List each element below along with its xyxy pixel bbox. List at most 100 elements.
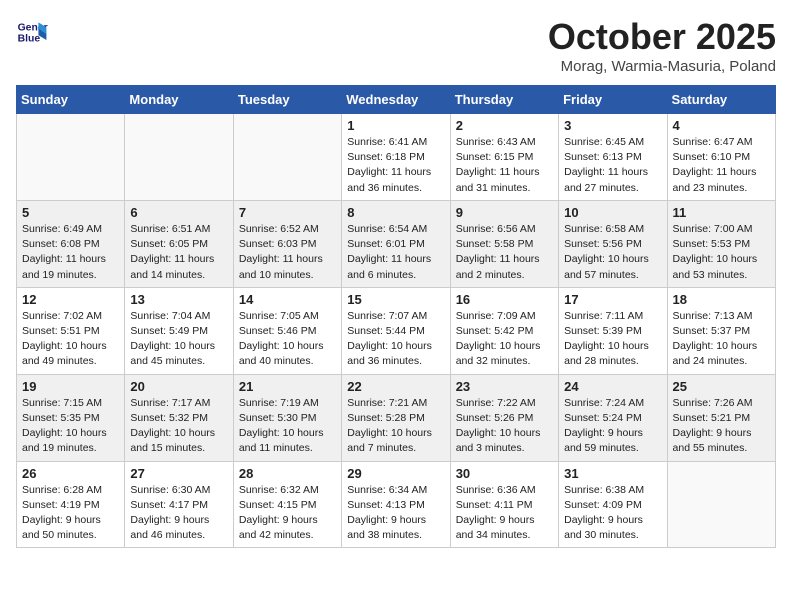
logo-icon: General Blue [16, 16, 48, 48]
weekday-header-tuesday: Tuesday [233, 86, 341, 114]
calendar-cell: 11Sunrise: 7:00 AMSunset: 5:53 PMDayligh… [667, 200, 775, 287]
calendar-cell: 16 Sunrise: 7:09 AMSunset: 5:42 PMDayligh… [450, 287, 558, 374]
weekday-header-sunday: Sunday [17, 86, 125, 114]
calendar-cell: 18Sunrise: 7:13 AMSunset: 5:37 PMDayligh… [667, 287, 775, 374]
calendar-cell [17, 114, 125, 201]
day-number: 19 [22, 379, 119, 394]
weekday-header-thursday: Thursday [450, 86, 558, 114]
calendar-cell: 30Sunrise: 6:36 AMSunset: 4:11 PMDayligh… [450, 461, 558, 548]
day-info: Sunrise: 6:58 AMSunset: 5:56 PMDaylight:… [564, 222, 661, 283]
day-number: 7 [239, 205, 336, 220]
calendar-cell [667, 461, 775, 548]
day-number: 25 [673, 379, 770, 394]
day-number: 31 [564, 466, 661, 481]
month-title: October 2025 [548, 16, 776, 58]
day-info: Sunrise: 6:30 AMSunset: 4:17 PMDaylight:… [130, 483, 227, 544]
day-number: 2 [456, 118, 553, 133]
day-number: 1 [347, 118, 444, 133]
day-info: Sunrise: 7:24 AMSunset: 5:24 PMDaylight:… [564, 396, 661, 457]
day-info: Sunrise: 7:13 AMSunset: 5:37 PMDaylight:… [673, 309, 770, 370]
day-number: 6 [130, 205, 227, 220]
weekday-header-wednesday: Wednesday [342, 86, 450, 114]
day-number: 8 [347, 205, 444, 220]
day-number: 13 [130, 292, 227, 307]
calendar-cell: 26 Sunrise: 6:28 AMSunset: 4:19 PMDayligh… [17, 461, 125, 548]
day-number: 16 [456, 292, 553, 307]
calendar-week-row: 1 Sunrise: 6:41 AMSunset: 6:18 PMDaylight… [17, 114, 776, 201]
calendar-cell: 21 Sunrise: 7:19 AMSunset: 5:30 PMDayligh… [233, 374, 341, 461]
day-number: 23 [456, 379, 553, 394]
day-info: Sunrise: 6:38 AMSunset: 4:09 PMDaylight:… [564, 483, 661, 544]
day-number: 12 [22, 292, 119, 307]
calendar-cell: 27 Sunrise: 6:30 AMSunset: 4:17 PMDayligh… [125, 461, 233, 548]
day-number: 24 [564, 379, 661, 394]
calendar-cell [125, 114, 233, 201]
title-block: October 2025 Morag, Warmia-Masuria, Pola… [548, 16, 776, 75]
day-info: Sunrise: 6:28 AMSunset: 4:19 PMDaylight:… [22, 483, 119, 544]
calendar-cell: 24 Sunrise: 7:24 AMSunset: 5:24 PMDayligh… [559, 374, 667, 461]
day-number: 26 [22, 466, 119, 481]
calendar-cell: 6Sunrise: 6:51 AMSunset: 6:05 PMDaylight… [125, 200, 233, 287]
day-info: Sunrise: 7:19 AMSunset: 5:30 PMDaylight:… [239, 396, 336, 457]
day-info: Sunrise: 7:02 AMSunset: 5:51 PMDaylight:… [22, 309, 119, 370]
day-number: 10 [564, 205, 661, 220]
day-number: 17 [564, 292, 661, 307]
day-info: Sunrise: 6:52 AMSunset: 6:03 PMDaylight:… [239, 222, 336, 283]
calendar-cell: 12 Sunrise: 7:02 AMSunset: 5:51 PMDayligh… [17, 287, 125, 374]
calendar-cell: 25 Sunrise: 7:26 AMSunset: 5:21 PMDayligh… [667, 374, 775, 461]
day-info: Sunrise: 6:43 AMSunset: 6:15 PMDaylight:… [456, 135, 553, 196]
calendar-cell [233, 114, 341, 201]
calendar-week-row: 5Sunrise: 6:49 AMSunset: 6:08 PMDaylight… [17, 200, 776, 287]
calendar-cell: 28Sunrise: 6:32 AMSunset: 4:15 PMDayligh… [233, 461, 341, 548]
day-info: Sunrise: 6:32 AMSunset: 4:15 PMDaylight:… [239, 483, 336, 544]
calendar-body: 1 Sunrise: 6:41 AMSunset: 6:18 PMDaylight… [17, 114, 776, 548]
day-info: Sunrise: 6:34 AMSunset: 4:13 PMDaylight:… [347, 483, 444, 544]
day-number: 21 [239, 379, 336, 394]
calendar-cell: 15 Sunrise: 7:07 AMSunset: 5:44 PMDayligh… [342, 287, 450, 374]
calendar-cell: 23Sunrise: 7:22 AMSunset: 5:26 PMDayligh… [450, 374, 558, 461]
calendar-cell: 10 Sunrise: 6:58 AMSunset: 5:56 PMDayligh… [559, 200, 667, 287]
calendar-cell: 3 Sunrise: 6:45 AMSunset: 6:13 PMDaylight… [559, 114, 667, 201]
weekday-header-monday: Monday [125, 86, 233, 114]
day-info: Sunrise: 7:05 AMSunset: 5:46 PMDaylight:… [239, 309, 336, 370]
day-info: Sunrise: 7:15 AMSunset: 5:35 PMDaylight:… [22, 396, 119, 457]
calendar-cell: 14Sunrise: 7:05 AMSunset: 5:46 PMDayligh… [233, 287, 341, 374]
day-number: 15 [347, 292, 444, 307]
day-info: Sunrise: 7:09 AMSunset: 5:42 PMDaylight:… [456, 309, 553, 370]
day-number: 27 [130, 466, 227, 481]
weekday-header-friday: Friday [559, 86, 667, 114]
svg-text:Blue: Blue [18, 34, 41, 45]
calendar-cell: 2 Sunrise: 6:43 AMSunset: 6:15 PMDaylight… [450, 114, 558, 201]
calendar-cell: 13 Sunrise: 7:04 AMSunset: 5:49 PMDayligh… [125, 287, 233, 374]
day-number: 29 [347, 466, 444, 481]
day-number: 3 [564, 118, 661, 133]
day-number: 11 [673, 205, 770, 220]
day-info: Sunrise: 6:45 AMSunset: 6:13 PMDaylight:… [564, 135, 661, 196]
calendar-cell: 8 Sunrise: 6:54 AMSunset: 6:01 PMDaylight… [342, 200, 450, 287]
weekday-row: SundayMondayTuesdayWednesdayThursdayFrid… [17, 86, 776, 114]
day-number: 9 [456, 205, 553, 220]
calendar-cell: 20 Sunrise: 7:17 AMSunset: 5:32 PMDayligh… [125, 374, 233, 461]
page-header: General Blue October 2025 Morag, Warmia-… [16, 16, 776, 75]
calendar-table: SundayMondayTuesdayWednesdayThursdayFrid… [16, 85, 776, 548]
calendar-cell: 22Sunrise: 7:21 AMSunset: 5:28 PMDayligh… [342, 374, 450, 461]
day-info: Sunrise: 6:54 AMSunset: 6:01 PMDaylight:… [347, 222, 444, 283]
day-info: Sunrise: 7:17 AMSunset: 5:32 PMDaylight:… [130, 396, 227, 457]
day-info: Sunrise: 6:56 AMSunset: 5:58 PMDaylight:… [456, 222, 553, 283]
calendar-cell: 29 Sunrise: 6:34 AMSunset: 4:13 PMDayligh… [342, 461, 450, 548]
calendar-header: SundayMondayTuesdayWednesdayThursdayFrid… [17, 86, 776, 114]
day-info: Sunrise: 7:07 AMSunset: 5:44 PMDaylight:… [347, 309, 444, 370]
day-info: Sunrise: 7:04 AMSunset: 5:49 PMDaylight:… [130, 309, 227, 370]
day-info: Sunrise: 7:21 AMSunset: 5:28 PMDaylight:… [347, 396, 444, 457]
calendar-cell: 31 Sunrise: 6:38 AMSunset: 4:09 PMDayligh… [559, 461, 667, 548]
day-info: Sunrise: 6:36 AMSunset: 4:11 PMDaylight:… [456, 483, 553, 544]
weekday-header-saturday: Saturday [667, 86, 775, 114]
calendar-cell: 9 Sunrise: 6:56 AMSunset: 5:58 PMDaylight… [450, 200, 558, 287]
day-number: 20 [130, 379, 227, 394]
day-info: Sunrise: 6:41 AMSunset: 6:18 PMDaylight:… [347, 135, 444, 196]
location: Morag, Warmia-Masuria, Poland [548, 58, 776, 75]
day-info: Sunrise: 7:11 AMSunset: 5:39 PMDaylight:… [564, 309, 661, 370]
day-number: 5 [22, 205, 119, 220]
calendar-cell: 7 Sunrise: 6:52 AMSunset: 6:03 PMDaylight… [233, 200, 341, 287]
day-info: Sunrise: 7:26 AMSunset: 5:21 PMDaylight:… [673, 396, 770, 457]
